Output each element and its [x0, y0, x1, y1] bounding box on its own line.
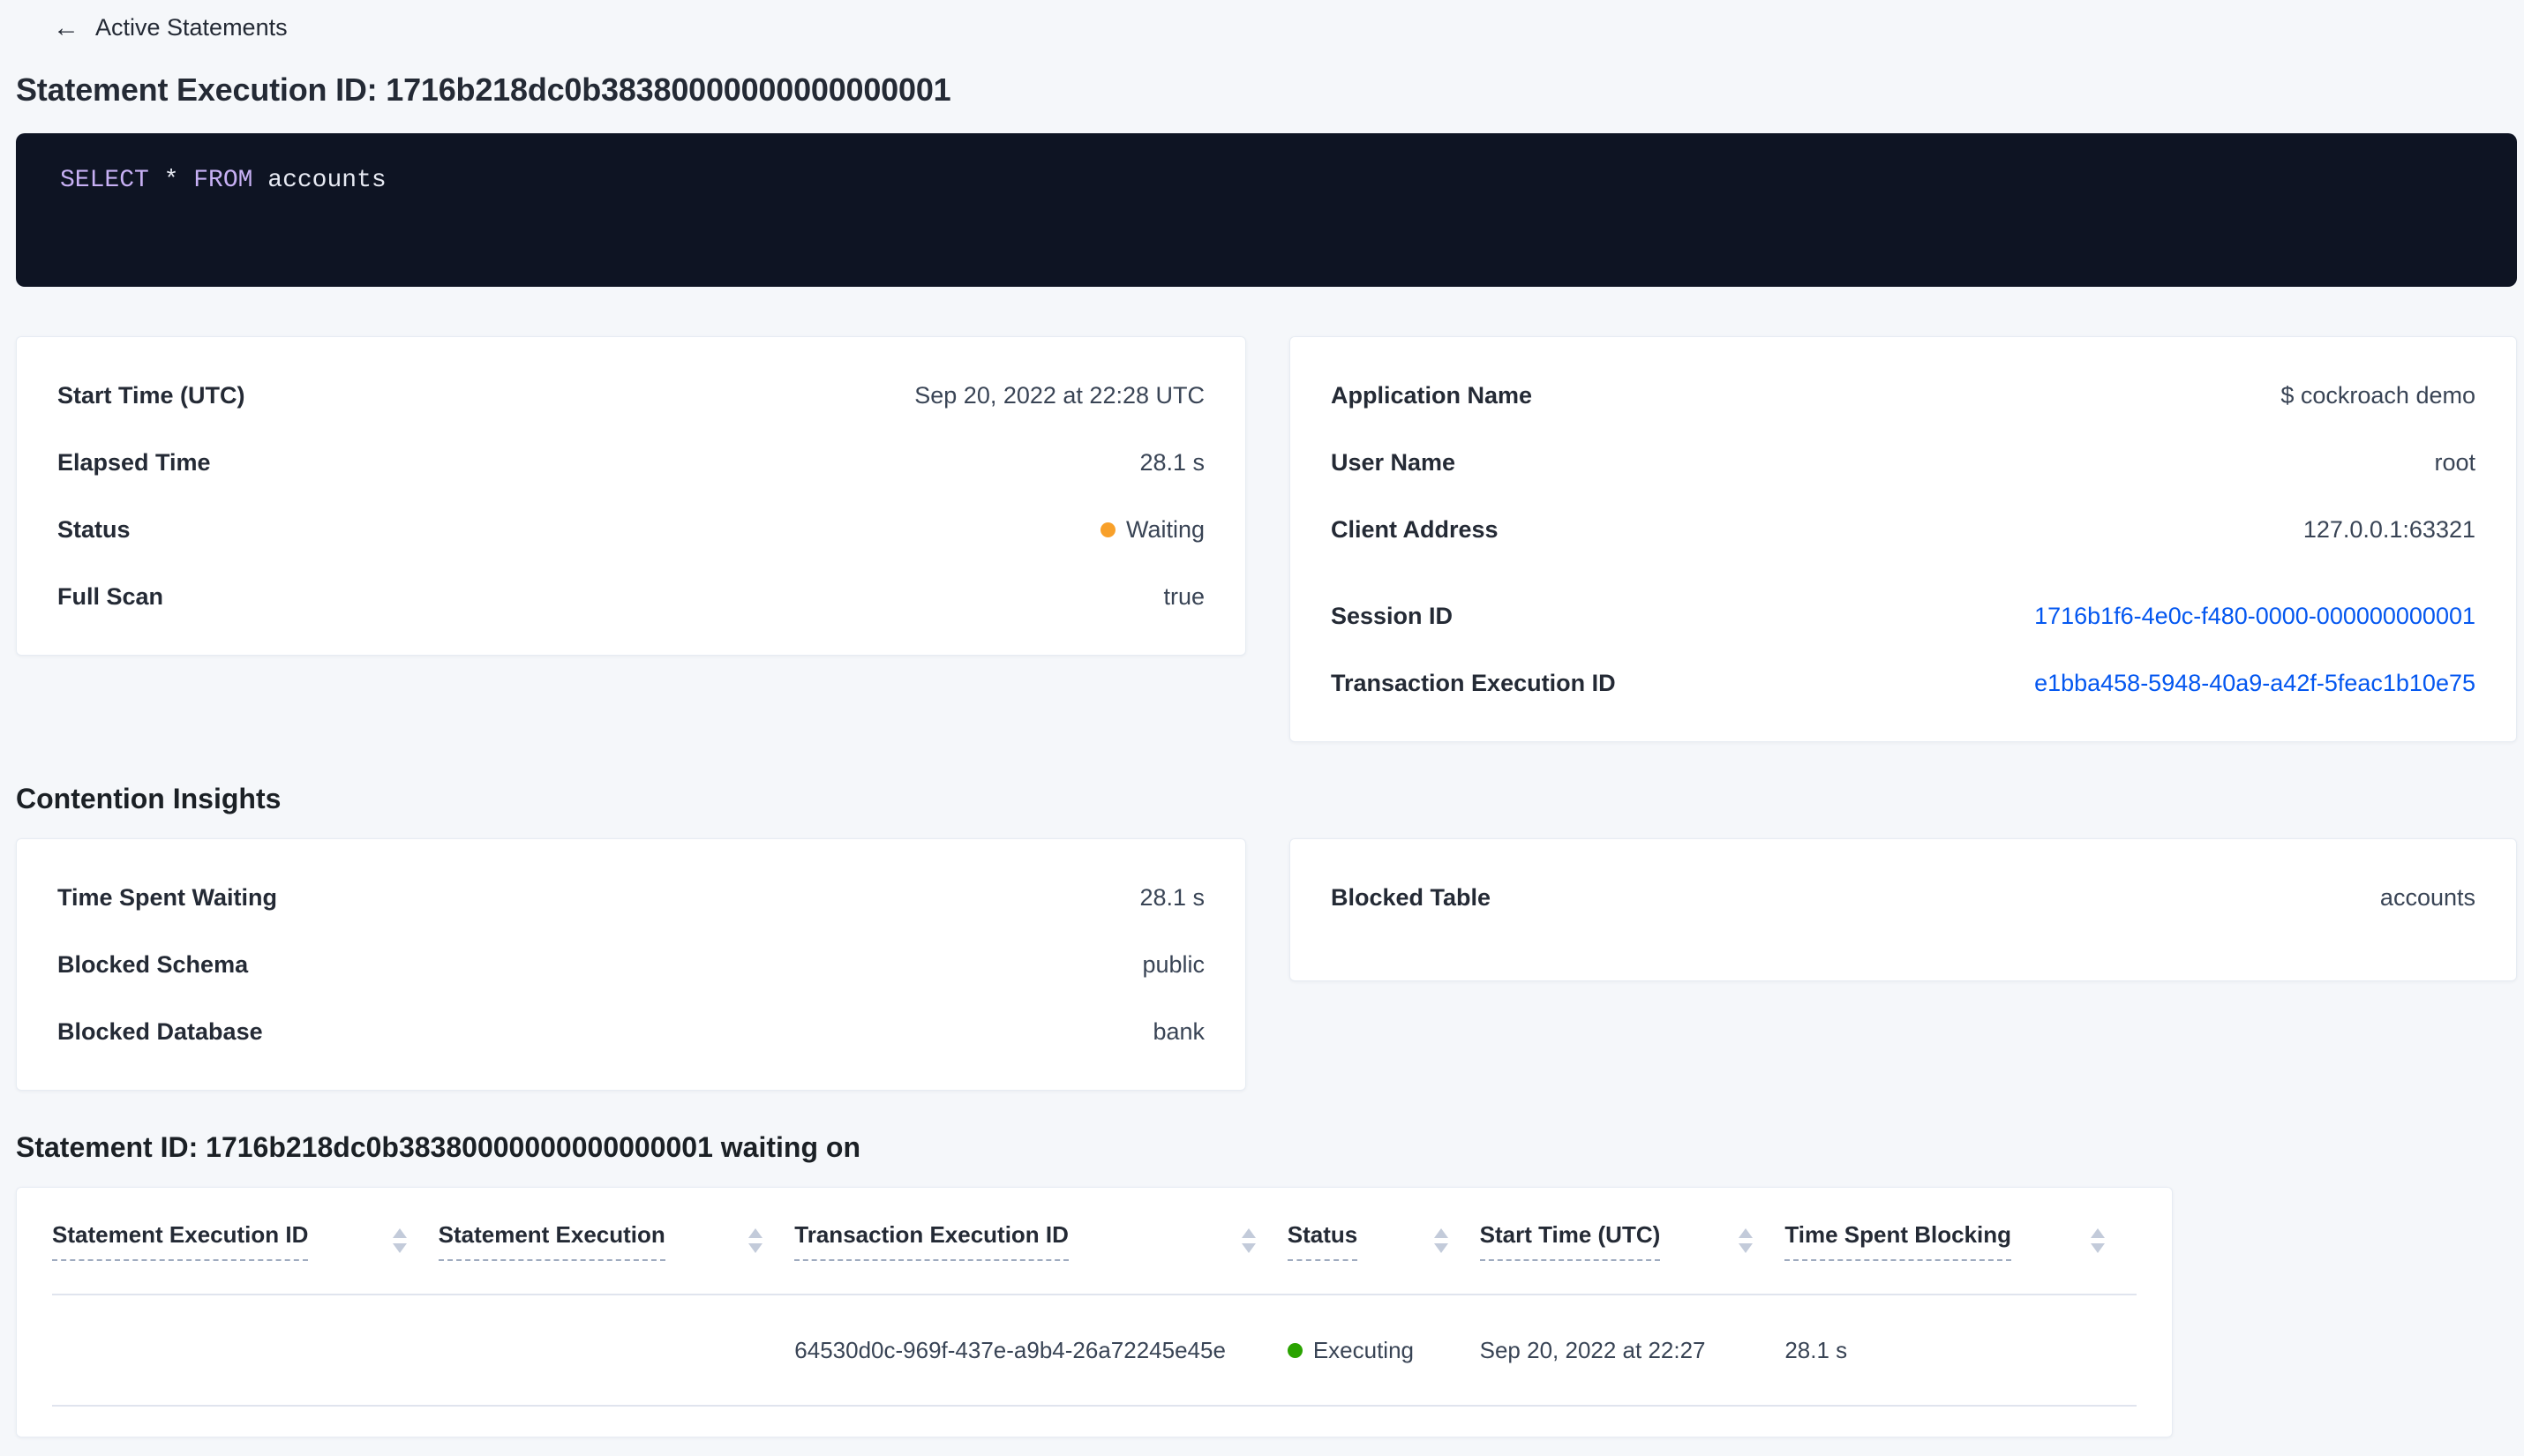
- transaction-execution-id-link[interactable]: e1bba458-5948-40a9-a42f-5feac1b10e75: [2034, 670, 2475, 697]
- table-row: 64530d0c-969f-437e-a9b4-26a72245e45e Exe…: [52, 1295, 2137, 1407]
- blocked-database-value: bank: [1153, 1017, 1205, 1045]
- sql-keyword: FROM: [193, 167, 253, 194]
- sort-icon[interactable]: [748, 1228, 763, 1253]
- sql-text: *: [148, 167, 194, 194]
- waiting-on-table: Statement Execution ID Statement Executi…: [16, 1187, 2173, 1437]
- time-spent-waiting-label: Time Spent Waiting: [57, 883, 278, 911]
- contention-insights-heading: Contention Insights: [16, 783, 282, 814]
- row-full-scan: Full Scan true: [57, 563, 1205, 630]
- session-id-link[interactable]: 1716b1f6-4e0c-f480-0000-000000000001: [2034, 603, 2475, 630]
- column-header-start-time[interactable]: Start Time (UTC): [1479, 1221, 1785, 1261]
- row-start-time: Start Time (UTC) Sep 20, 2022 at 22:28 U…: [57, 362, 1205, 429]
- client-address-label: Client Address: [1331, 515, 1499, 543]
- blocked-table-card: Blocked Table accounts: [1289, 838, 2517, 981]
- application-name-label: Application Name: [1331, 381, 1533, 409]
- row-status: Status Waiting: [57, 496, 1205, 563]
- sort-icon[interactable]: [392, 1228, 407, 1253]
- table-header-row: Statement Execution ID Statement Executi…: [52, 1188, 2137, 1295]
- row-client-address: Client Address 127.0.0.1:63321: [1331, 496, 2475, 563]
- start-time-label: Start Time (UTC): [57, 381, 245, 409]
- client-address-value: 127.0.0.1:63321: [2302, 515, 2475, 543]
- blocked-schema-value: public: [1142, 950, 1205, 978]
- column-header-transaction-execution-id[interactable]: Transaction Execution ID: [794, 1221, 1288, 1261]
- full-scan-label: Full Scan: [57, 582, 164, 610]
- back-arrow-icon[interactable]: ←: [53, 14, 79, 41]
- blocked-database-label: Blocked Database: [57, 1017, 263, 1045]
- td-start-time: Sep 20, 2022 at 22:27: [1479, 1336, 1706, 1363]
- blocked-table-label: Blocked Table: [1331, 883, 1491, 911]
- column-label: Statement Execution: [438, 1221, 665, 1261]
- column-header-statement-execution-id[interactable]: Statement Execution ID: [52, 1221, 439, 1261]
- transaction-execution-id-label: Transaction Execution ID: [1331, 669, 1616, 696]
- sort-icon[interactable]: [2091, 1228, 2105, 1253]
- blocked-schema-label: Blocked Schema: [57, 950, 249, 978]
- column-label: Status: [1287, 1221, 1358, 1261]
- overview-cards-row: Start Time (UTC) Sep 20, 2022 at 22:28 U…: [16, 336, 2517, 742]
- back-link-active-statements[interactable]: Active Statements: [95, 14, 288, 41]
- sql-text: accounts: [252, 167, 387, 194]
- status-badge: Waiting: [1100, 516, 1205, 544]
- breadcrumb: ← Active Statements: [16, 0, 2517, 41]
- row-elapsed-time: Elapsed Time 28.1 s: [57, 429, 1205, 496]
- waiting-on-heading: Statement ID: 1716b218dc0b38380000000000…: [16, 1131, 860, 1163]
- row-blocked-table: Blocked Table accounts: [1331, 864, 2475, 931]
- sort-icon[interactable]: [1433, 1228, 1448, 1253]
- column-label: Time Spent Blocking: [1784, 1221, 2012, 1261]
- column-header-status[interactable]: Status: [1287, 1221, 1480, 1261]
- row-user-name: User Name root: [1331, 429, 2475, 496]
- contention-details-card: Time Spent Waiting 28.1 s Blocked Schema…: [16, 838, 1246, 1091]
- user-name-value: root: [2434, 448, 2475, 476]
- blocked-table-value: accounts: [2379, 883, 2475, 911]
- waiting-status-dot-icon: [1100, 522, 1116, 537]
- row-session-id: Session ID 1716b1f6-4e0c-f480-0000-00000…: [1331, 582, 2475, 649]
- row-time-spent-waiting: Time Spent Waiting 28.1 s: [57, 864, 1205, 931]
- session-id-label: Session ID: [1331, 602, 1454, 629]
- row-blocked-database: Blocked Database bank: [57, 998, 1205, 1065]
- column-label: Start Time (UTC): [1479, 1221, 1661, 1261]
- status-value: Waiting: [1125, 515, 1205, 543]
- row-application-name: Application Name $ cockroach demo: [1331, 362, 2475, 429]
- td-status: Executing: [1287, 1336, 1480, 1364]
- status-value: Executing: [1312, 1336, 1414, 1363]
- column-header-statement-execution[interactable]: Statement Execution: [438, 1221, 795, 1261]
- executing-status-dot-icon: [1287, 1342, 1303, 1358]
- sort-icon[interactable]: [1241, 1228, 1256, 1253]
- statement-overview-card: Start Time (UTC) Sep 20, 2022 at 22:28 U…: [16, 336, 1246, 656]
- column-label: Transaction Execution ID: [794, 1221, 1069, 1261]
- status-label: Status: [57, 515, 131, 543]
- sort-icon[interactable]: [1739, 1228, 1754, 1253]
- active-statement-details-page: ← Active Statements Statement Execution …: [0, 0, 2524, 1437]
- row-transaction-execution-id: Transaction Execution ID e1bba458-5948-4…: [1331, 649, 2475, 717]
- start-time-value: Sep 20, 2022 at 22:28 UTC: [914, 381, 1205, 409]
- user-name-label: User Name: [1331, 448, 1456, 476]
- full-scan-value: true: [1163, 582, 1205, 610]
- column-label: Statement Execution ID: [52, 1221, 309, 1261]
- row-blocked-schema: Blocked Schema public: [57, 931, 1205, 998]
- elapsed-time-label: Elapsed Time: [57, 448, 211, 476]
- session-details-card: Application Name $ cockroach demo User N…: [1289, 336, 2517, 742]
- td-transaction-execution-id: 64530d0c-969f-437e-a9b4-26a72245e45e: [794, 1336, 1226, 1363]
- page-title: Statement Execution ID: 1716b218dc0b3838…: [16, 71, 951, 108]
- td-time-spent-blocking: 28.1 s: [1784, 1336, 1848, 1363]
- sql-keyword: SELECT: [60, 167, 149, 194]
- column-header-time-spent-blocking[interactable]: Time Spent Blocking: [1784, 1221, 2137, 1261]
- time-spent-waiting-value: 28.1 s: [1139, 883, 1205, 911]
- elapsed-time-value: 28.1 s: [1139, 448, 1205, 476]
- application-name-value: $ cockroach demo: [2280, 381, 2475, 409]
- contention-cards-row: Time Spent Waiting 28.1 s Blocked Schema…: [16, 838, 2517, 1091]
- statement-sql-box: SELECT * FROM accounts: [16, 133, 2517, 287]
